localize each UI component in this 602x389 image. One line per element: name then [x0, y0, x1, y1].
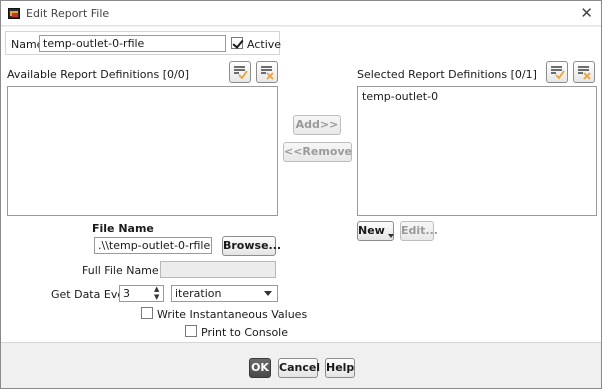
title-bar: Edit Report File ✕: [1, 1, 601, 26]
select-all-selected-button[interactable]: [546, 61, 568, 83]
full-file-name-field: [160, 261, 276, 278]
select-all-available-button[interactable]: [229, 61, 251, 83]
browse-button[interactable]: Browse...: [222, 236, 281, 256]
selected-defs-label: Selected Report Definitions [0/1]: [357, 68, 537, 81]
dialog-body: Name temp-outlet-0-rfile Active Availabl…: [1, 27, 601, 342]
deselect-all-selected-button[interactable]: [573, 61, 595, 83]
file-name-input[interactable]: .\\temp-outlet-0-rfile.out: [94, 237, 212, 254]
select-all-icon: [551, 66, 565, 80]
add-button[interactable]: Add>>: [293, 115, 341, 135]
spinner-down-icon[interactable]: ▼: [154, 294, 159, 301]
help-button[interactable]: Help: [325, 358, 355, 378]
window-title: Edit Report File: [26, 7, 110, 20]
ok-button[interactable]: OK: [249, 358, 271, 378]
app-icon: [8, 8, 20, 19]
edit-report-file-dialog: Edit Report File ✕ Name temp-outlet-0-rf…: [0, 0, 602, 389]
select-all-icon: [234, 66, 248, 80]
chevron-down-icon: [387, 234, 394, 238]
dialog-footer: OK Cancel Help: [1, 342, 601, 388]
get-data-unit-value: iteration: [175, 287, 222, 300]
cancel-button[interactable]: Cancel: [278, 358, 320, 378]
chevron-down-icon: [264, 291, 272, 296]
spinner-arrows[interactable]: ▲ ▼: [153, 285, 163, 302]
write-instantaneous-label: Write Instantaneous Values: [157, 308, 308, 321]
available-defs-label: Available Report Definitions [0/0]: [7, 68, 190, 81]
active-label: Active: [247, 38, 282, 51]
deselect-all-icon: [261, 66, 274, 80]
get-data-unit-select[interactable]: iteration: [171, 285, 278, 302]
available-defs-list[interactable]: [7, 86, 278, 216]
deselect-all-available-button[interactable]: [256, 61, 278, 83]
print-to-console-checkbox[interactable]: [185, 325, 197, 337]
write-instantaneous-checkbox[interactable]: [141, 307, 153, 319]
deselect-all-icon: [578, 66, 591, 80]
new-button-label: New: [358, 224, 385, 237]
name-input[interactable]: temp-outlet-0-rfile: [39, 35, 226, 52]
file-name-heading: File Name: [92, 222, 154, 235]
edit-button[interactable]: Edit...: [400, 221, 438, 241]
list-item[interactable]: temp-outlet-0: [362, 90, 438, 103]
active-checkbox[interactable]: [231, 37, 243, 49]
selected-defs-list[interactable]: temp-outlet-0: [357, 86, 597, 216]
remove-button[interactable]: <<Remove: [283, 142, 352, 162]
spinner-up-icon[interactable]: ▲: [154, 286, 159, 293]
full-file-name-label: Full File Name: [82, 264, 159, 277]
close-icon[interactable]: ✕: [580, 4, 593, 22]
new-button[interactable]: New: [357, 221, 394, 241]
print-to-console-label: Print to Console: [201, 326, 289, 339]
